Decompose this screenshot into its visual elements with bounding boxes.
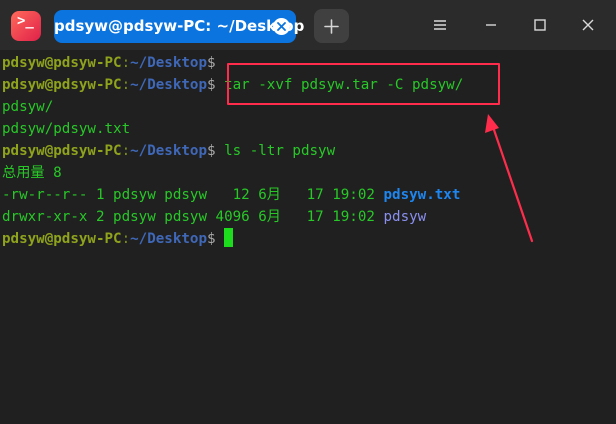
annotation-arrow	[485, 114, 534, 243]
